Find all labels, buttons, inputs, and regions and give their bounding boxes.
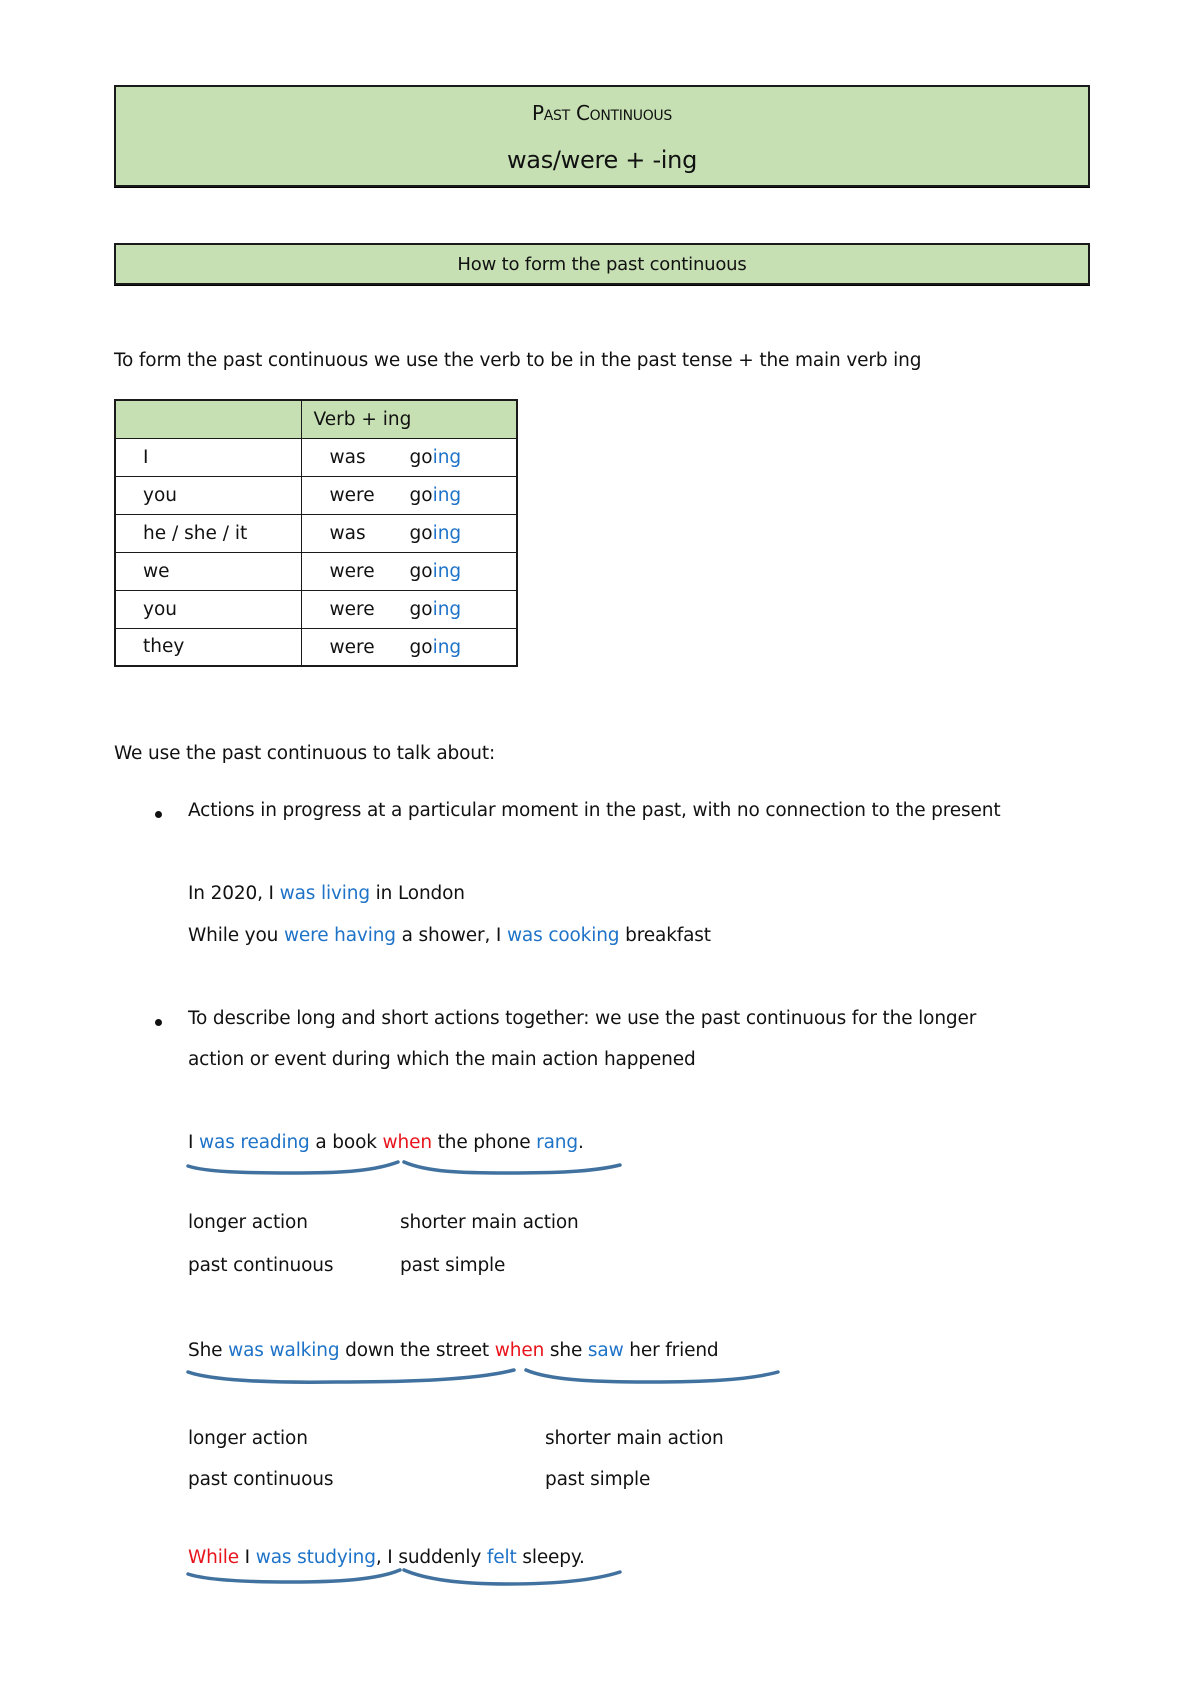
section-title: How to form the past continuous [457, 254, 747, 275]
pronoun-cell: they [114, 627, 302, 667]
pronoun-cell: you [114, 475, 302, 515]
title-box: Past Continuous was/were + -ing [114, 85, 1090, 187]
example-sentence-1: In 2020, I was living in London [188, 883, 465, 904]
section-heading-box: How to form the past continuous [114, 243, 1090, 285]
brace-right-icon [402, 1160, 622, 1175]
label-past-continuous: past continuous [188, 1469, 334, 1490]
connector-highlight: While [188, 1547, 239, 1568]
label-longer-action: longer action [188, 1212, 308, 1233]
table-row: you were going [114, 589, 518, 629]
verb-highlight: was reading [199, 1132, 310, 1153]
table-row: they were going [114, 627, 518, 667]
pronoun-cell: I [114, 437, 302, 477]
verb-highlight: rang [536, 1132, 578, 1153]
pronoun-cell: we [114, 551, 302, 591]
brace-right-icon [524, 1368, 780, 1384]
example-sentence-4: She was walking down the street when she… [188, 1340, 719, 1361]
auxiliary: were [329, 484, 375, 506]
example-sentence-5: While I was studying, I suddenly felt sl… [188, 1547, 585, 1568]
verb-cell: was going [300, 513, 518, 553]
table-row: he / she / it was going [114, 513, 518, 553]
bullet-icon [155, 811, 162, 818]
verb-cell: were going [300, 627, 518, 667]
connector-highlight: when [382, 1132, 433, 1153]
main-verb: going [409, 446, 462, 468]
label-past-simple: past simple [545, 1469, 651, 1490]
table-header-cell: Verb + ing [300, 399, 518, 439]
table-row: I was going [114, 437, 518, 477]
auxiliary: were [329, 636, 375, 658]
intro-text: To form the past continuous we use the v… [114, 350, 922, 371]
verb-cell: were going [300, 551, 518, 591]
header-label: Verb + ing [313, 409, 412, 430]
verb-cell: were going [300, 589, 518, 629]
pronoun-cell: he / she / it [114, 513, 302, 553]
brace-right-icon [402, 1568, 622, 1586]
auxiliary: were [329, 598, 375, 620]
main-verb: going [409, 598, 462, 620]
pronoun-cell: you [114, 589, 302, 629]
uses-intro: We use the past continuous to talk about… [114, 743, 496, 764]
main-verb: going [409, 560, 462, 582]
label-longer-action: longer action [188, 1428, 308, 1449]
verb-highlight: saw [587, 1340, 624, 1361]
label-past-simple: past simple [400, 1255, 506, 1276]
main-verb: going [409, 636, 462, 658]
verb-highlight: was cooking [506, 925, 620, 946]
ing-suffix: ing [432, 446, 462, 468]
bullet-text-2-line-1: To describe long and short actions toget… [188, 1008, 977, 1029]
verb-highlight: was walking [228, 1340, 340, 1361]
verb-highlight: was living [279, 883, 370, 904]
bullet-icon [155, 1019, 162, 1026]
label-shorter-action: shorter main action [545, 1428, 724, 1449]
formula: was/were + -ing [506, 146, 698, 174]
ing-suffix: ing [432, 484, 462, 506]
example-sentence-3: I was reading a book when the phone rang… [188, 1132, 584, 1153]
page-title: Past Continuous [532, 101, 672, 125]
verb-cell: were going [300, 475, 518, 515]
auxiliary: were [329, 560, 375, 582]
verb-highlight: felt [486, 1547, 517, 1568]
verb-highlight: were having [283, 925, 396, 946]
bullet-text-1: Actions in progress at a particular mome… [188, 800, 1001, 821]
conjugation-table: Verb + ing I was going you were going he /… [114, 399, 518, 667]
auxiliary: was [329, 446, 366, 468]
brace-left-icon [186, 1368, 516, 1384]
ing-suffix: ing [432, 598, 462, 620]
main-verb: going [409, 484, 462, 506]
example-sentence-2: While you were having a shower, I was co… [188, 925, 711, 946]
verb-highlight: was studying [255, 1547, 376, 1568]
table-header-cell [114, 399, 302, 439]
connector-highlight: when [494, 1340, 545, 1361]
auxiliary: was [329, 522, 366, 544]
table-row: we were going [114, 551, 518, 591]
verb-cell: was going [300, 437, 518, 477]
ing-suffix: ing [432, 636, 462, 658]
label-shorter-action: shorter main action [400, 1212, 579, 1233]
table-row: you were going [114, 475, 518, 515]
brace-left-icon [186, 1568, 402, 1584]
ing-suffix: ing [432, 522, 462, 544]
bullet-text-2-line-2: action or event during which the main ac… [188, 1049, 696, 1070]
table-header-row: Verb + ing [114, 399, 518, 439]
ing-suffix: ing [432, 560, 462, 582]
main-verb: going [409, 522, 462, 544]
document-page: Past Continuous was/were + -ing How to f… [0, 0, 1200, 1698]
label-past-continuous: past continuous [188, 1255, 334, 1276]
